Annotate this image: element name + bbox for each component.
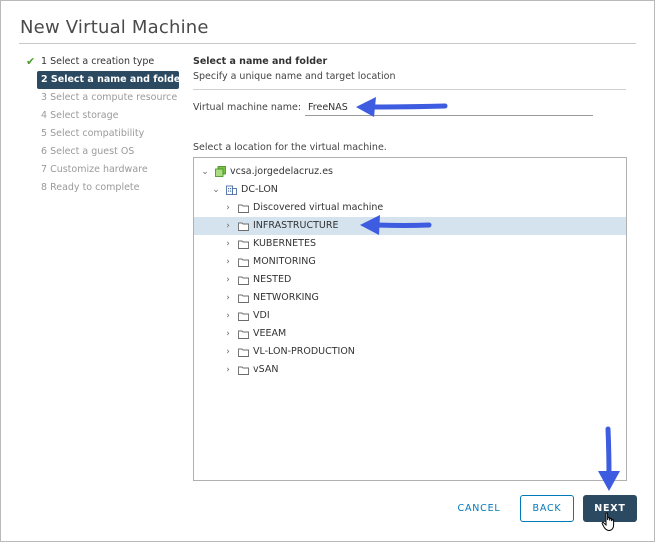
step-2[interactable]: 2 Select a name and folder — [37, 71, 185, 89]
tree-node-folder[interactable]: › MONITORING — [194, 253, 626, 271]
tree-node-label: NETWORKING — [253, 292, 319, 303]
tree-node-label: NESTED — [253, 274, 292, 285]
step-6: 6 Select a guest OS — [25, 143, 185, 161]
folder-icon — [238, 312, 249, 321]
tree-node-label: KUBERNETES — [253, 238, 316, 249]
folder-icon — [238, 276, 249, 285]
title-divider — [19, 43, 636, 44]
step-7: 7 Customize hardware — [25, 161, 185, 179]
folder-icon — [238, 240, 249, 249]
section-subtitle: Specify a unique name and target locatio… — [193, 71, 396, 82]
step-label: 7 Customize hardware — [41, 164, 148, 175]
folder-icon — [238, 348, 249, 357]
back-button[interactable]: BACK — [520, 495, 574, 522]
step-3: 3 Select a compute resource — [25, 89, 185, 107]
step-label: 4 Select storage — [41, 110, 119, 121]
section-divider — [193, 89, 626, 90]
tree-node-folder[interactable]: › VL-LON-PRODUCTION — [194, 343, 626, 361]
chevron-down-icon[interactable]: ⌄ — [200, 163, 210, 181]
folder-icon — [238, 258, 249, 267]
annotation-arrow-icon — [598, 426, 620, 491]
chevron-right-icon[interactable]: › — [223, 289, 233, 307]
chevron-right-icon[interactable]: › — [223, 343, 233, 361]
section-title: Select a name and folder — [193, 56, 328, 67]
vm-name-label: Virtual machine name: — [193, 102, 302, 113]
folder-icon — [238, 204, 249, 213]
new-vm-dialog: New Virtual Machine ✔ 1 Select a creatio… — [0, 0, 655, 542]
step-1[interactable]: ✔ 1 Select a creation type — [25, 53, 185, 71]
chevron-right-icon[interactable]: › — [223, 199, 233, 217]
chevron-right-icon[interactable]: › — [223, 271, 233, 289]
dialog-title: New Virtual Machine — [20, 17, 209, 38]
tree-node-label: VDI — [253, 310, 270, 321]
step-label: 1 Select a creation type — [41, 56, 155, 67]
chevron-right-icon[interactable]: › — [223, 235, 233, 253]
tree-node-folder[interactable]: › NESTED — [194, 271, 626, 289]
tree-node-label: INFRASTRUCTURE — [253, 220, 339, 231]
step-5: 5 Select compatibility — [25, 125, 185, 143]
step-4: 4 Select storage — [25, 107, 185, 125]
vcenter-icon — [215, 166, 226, 177]
tree-node-datacenter[interactable]: ⌄ DC-LON — [194, 181, 626, 199]
step-label: 5 Select compatibility — [41, 128, 145, 139]
folder-icon — [238, 330, 249, 339]
chevron-right-icon[interactable]: › — [223, 253, 233, 271]
chevron-right-icon[interactable]: › — [223, 325, 233, 343]
hand-cursor-icon — [601, 512, 615, 532]
chevron-right-icon[interactable]: › — [223, 361, 233, 379]
tree-node-folder[interactable]: › VDI — [194, 307, 626, 325]
chevron-right-icon[interactable]: › — [223, 217, 233, 235]
tree-node-label: MONITORING — [253, 256, 316, 267]
cancel-button[interactable]: CANCEL — [447, 495, 511, 522]
tree-node-label: vcsa.jorgedelacruz.es — [230, 166, 333, 177]
tree-node-vcenter[interactable]: ⌄ vcsa.jorgedelacruz.es — [194, 163, 626, 181]
annotation-arrow-icon — [356, 97, 448, 117]
step-content: Select a name and folder Specify a uniqu… — [193, 55, 627, 84]
chevron-right-icon[interactable]: › — [223, 307, 233, 325]
step-8: 8 Ready to complete — [25, 179, 185, 197]
location-label: Select a location for the virtual machin… — [193, 142, 387, 153]
annotation-arrow-icon — [360, 215, 432, 235]
datacenter-icon — [226, 185, 237, 195]
tree-node-folder[interactable]: › vSAN — [194, 361, 626, 379]
step-label: 2 Select a name and folder — [41, 74, 186, 85]
step-label: 3 Select a compute resource — [41, 92, 178, 103]
tree-node-label: DC-LON — [241, 184, 278, 195]
step-label: 8 Ready to complete — [41, 182, 140, 193]
folder-tree: ⌄ vcsa.jorgedelacruz.es ⌄ DC-LON › Disco… — [193, 157, 627, 481]
check-icon: ✔ — [26, 55, 36, 68]
folder-icon — [238, 294, 249, 303]
folder-icon — [238, 222, 249, 231]
folder-icon — [238, 366, 249, 375]
step-label: 6 Select a guest OS — [41, 146, 135, 157]
wizard-steps: ✔ 1 Select a creation type 2 Select a na… — [25, 53, 185, 197]
tree-node-folder[interactable]: › NETWORKING — [194, 289, 626, 307]
tree-node-label: VL-LON-PRODUCTION — [253, 346, 355, 357]
tree-node-folder[interactable]: › VEEAM — [194, 325, 626, 343]
chevron-down-icon[interactable]: ⌄ — [211, 181, 221, 199]
tree-node-label: vSAN — [253, 364, 279, 375]
tree-node-label: VEEAM — [253, 328, 287, 339]
